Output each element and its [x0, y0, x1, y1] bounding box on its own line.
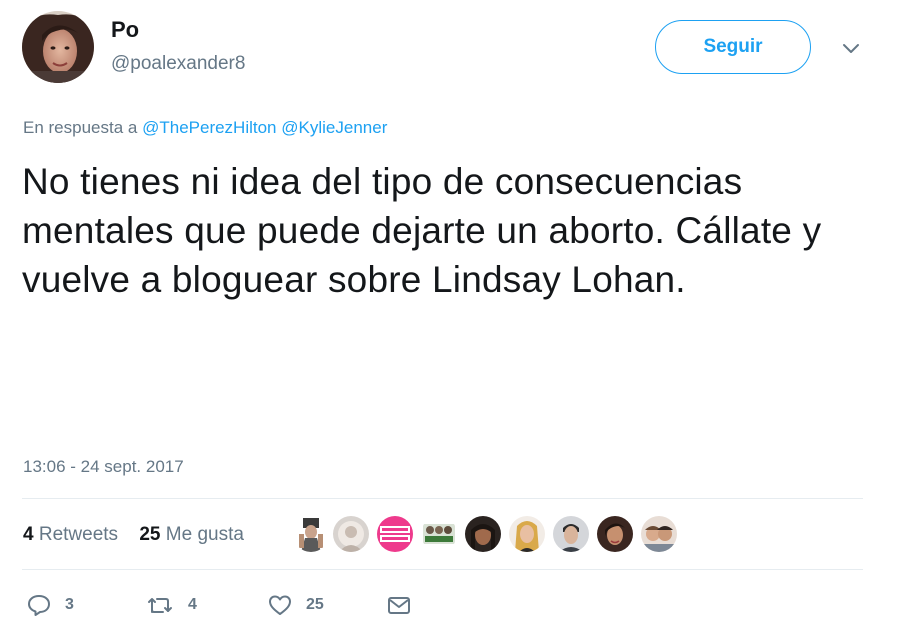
user-handle[interactable]: @poalexander8 — [111, 52, 245, 76]
likes-stat[interactable]: 25 Me gusta — [139, 524, 244, 545]
reply-button[interactable]: 3 — [27, 590, 74, 620]
retweet-icon — [148, 598, 172, 613]
reply-icon — [28, 595, 50, 616]
like-button[interactable]: 25 — [268, 590, 324, 620]
divider — [22, 569, 863, 570]
retweet-button[interactable]: 4 — [146, 590, 197, 620]
liker-avatar[interactable] — [293, 516, 329, 552]
mention-link[interactable]: @ThePerezHilton — [142, 118, 276, 137]
display-name[interactable]: Po — [111, 17, 139, 43]
tweet-stats: 4 Retweets 25 Me gusta — [23, 523, 260, 547]
liker-avatar[interactable] — [465, 516, 501, 552]
divider — [22, 498, 863, 499]
liker-avatar[interactable] — [421, 516, 457, 552]
likes-label: Me gusta — [165, 524, 244, 545]
perez-hilton-logo[interactable] — [377, 516, 413, 552]
liker-avatar[interactable] — [553, 516, 589, 552]
tweet-text: No tienes ni idea del tipo de consecuenc… — [22, 161, 822, 300]
tweet-timestamp[interactable]: 13:06 - 24 sept. 2017 — [23, 456, 184, 478]
likes-count: 25 — [139, 524, 161, 545]
chevron-down-icon[interactable] — [840, 38, 862, 60]
retweets-count: 4 — [23, 524, 34, 545]
reply-context: En respuesta a @ThePerezHilton @KylieJen… — [23, 117, 387, 139]
retweet-count: 4 — [188, 596, 197, 613]
reply-prefix: En respuesta a — [23, 118, 138, 137]
liker-avatar[interactable] — [509, 516, 545, 552]
retweets-label: Retweets — [38, 524, 119, 545]
retweets-stat[interactable]: 4 Retweets — [23, 524, 118, 545]
tweet-actions: 3 4 25 — [0, 590, 903, 620]
liker-avatar[interactable] — [333, 516, 369, 552]
liker-avatar[interactable] — [641, 516, 677, 552]
mention-link[interactable]: @KylieJenner — [281, 118, 387, 137]
reply-count: 3 — [65, 596, 74, 613]
avatar-photo — [22, 11, 94, 83]
liker-avatar[interactable] — [597, 516, 633, 552]
user-avatar[interactable] — [22, 11, 94, 83]
direct-message-button[interactable] — [387, 590, 411, 620]
envelope-icon — [388, 597, 410, 614]
heart-icon — [269, 595, 291, 615]
like-count: 25 — [306, 596, 324, 613]
follow-button[interactable]: Seguir — [655, 20, 811, 74]
